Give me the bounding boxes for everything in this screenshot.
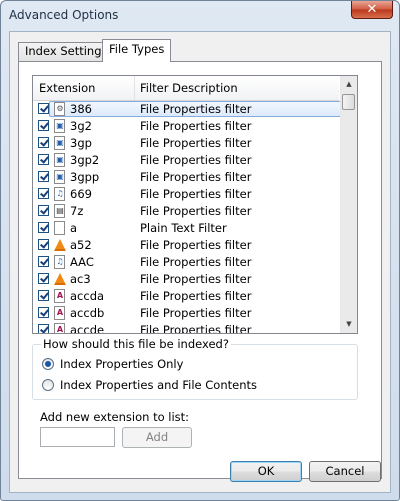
row-description: File Properties filter — [140, 238, 252, 252]
file-types-list[interactable]: Extension Filter Description ⚙ 386 File Pr… — [32, 75, 358, 334]
list-rows: ⚙ 386 File Properties filter ▣ 3g2 File Prope… — [33, 101, 347, 334]
table-row[interactable]: Aaccdb File Properties filter — [33, 305, 339, 322]
window-title: Advanced Options — [9, 8, 119, 22]
vlc-cone-icon — [54, 238, 66, 252]
archive-file-icon: ▤ — [54, 204, 65, 218]
row-description: File Properties filter — [140, 323, 252, 334]
row-checkbox[interactable] — [38, 154, 49, 165]
ok-button[interactable]: OK — [230, 461, 302, 482]
table-row[interactable]: ⚙ 386 File Properties filter — [33, 101, 347, 118]
row-checkbox[interactable] — [38, 137, 49, 148]
index-method-group-label: How should this file be indexed? — [41, 337, 231, 351]
blank-file-icon — [54, 221, 65, 235]
add-button[interactable]: Add — [122, 427, 192, 448]
row-extension: AAC — [70, 255, 94, 269]
cancel-button[interactable]: Cancel — [309, 461, 381, 482]
column-header-extension[interactable]: Extension — [33, 76, 135, 100]
tab-index-settings[interactable]: Index Settings — [18, 42, 115, 61]
scroll-thumb[interactable] — [342, 94, 355, 110]
table-row[interactable]: ▣ 3gp2 File Properties filter — [33, 152, 339, 169]
index-method-group: How should this file be indexed? Index P… — [32, 337, 358, 400]
access-file-icon: A — [54, 323, 65, 333]
table-row[interactable]: ▣ 3gpp File Properties filter — [33, 169, 339, 186]
row-checkbox[interactable] — [38, 307, 49, 318]
row-description: File Properties filter — [140, 306, 252, 320]
row-description: File Properties filter — [140, 153, 252, 167]
row-description: File Properties filter — [140, 289, 252, 303]
row-checkbox[interactable] — [38, 239, 49, 250]
access-file-icon: A — [54, 289, 65, 303]
close-icon: ✕ — [366, 2, 378, 17]
row-description: File Properties filter — [140, 119, 252, 133]
row-extension: 386 — [70, 102, 92, 116]
row-checkbox[interactable] — [38, 273, 49, 284]
row-extension: accda — [70, 289, 105, 303]
scroll-down-arrow-icon[interactable]: ▼ — [341, 316, 357, 333]
row-checkbox[interactable] — [38, 188, 49, 199]
table-row[interactable]: ac3 File Properties filter — [33, 271, 339, 288]
row-extension: 3g2 — [70, 119, 92, 133]
vlc-cone-icon — [54, 272, 66, 286]
row-checkbox[interactable] — [38, 256, 49, 267]
row-description: File Properties filter — [140, 255, 252, 269]
row-description: Plain Text Filter — [140, 221, 227, 235]
dialog-body: Index Settings File Types Extension Filt… — [9, 31, 391, 493]
table-row[interactable]: ♫ AAC File Properties filter — [33, 254, 339, 271]
table-row[interactable]: ▤ 7z File Properties filter — [33, 203, 339, 220]
row-extension: 3gpp — [70, 170, 100, 184]
radio-properties-only[interactable] — [42, 358, 54, 370]
row-checkbox[interactable] — [38, 103, 49, 114]
row-description: File Properties filter — [140, 187, 252, 201]
advanced-options-dialog: Advanced Options ✕ Index Settings File T… — [0, 0, 400, 501]
table-row[interactable]: ▣ 3g2 File Properties filter — [33, 118, 339, 135]
table-row[interactable]: ♫ 669 File Properties filter — [33, 186, 339, 203]
row-extension: 3gp — [70, 136, 92, 150]
file-types-panel: Extension Filter Description ⚙ 386 File Pr… — [18, 61, 382, 479]
table-row[interactable]: Aaccda File Properties filter — [33, 288, 339, 305]
row-checkbox[interactable] — [38, 290, 49, 301]
row-extension: a — [70, 221, 78, 235]
video-file-icon: ▣ — [54, 119, 65, 133]
radio-properties-and-contents-label[interactable]: Index Properties and File Contents — [60, 378, 257, 392]
row-description: File Properties filter — [140, 170, 252, 184]
add-extension-label: Add new extension to list: — [40, 410, 190, 424]
row-checkbox[interactable] — [38, 171, 49, 182]
audio-file-icon: ♫ — [54, 187, 65, 201]
access-file-icon: A — [54, 306, 65, 320]
row-description: File Properties filter — [140, 272, 252, 286]
vertical-scrollbar[interactable]: ▲ ▼ — [340, 76, 357, 333]
list-header: Extension Filter Description — [33, 76, 339, 101]
row-checkbox[interactable] — [38, 324, 49, 333]
audio-file-icon: ♫ — [54, 255, 65, 269]
table-row[interactable]: a52 File Properties filter — [33, 237, 339, 254]
row-description: File Properties filter — [140, 102, 252, 116]
row-checkbox[interactable] — [38, 120, 49, 131]
row-extension: ac3 — [70, 272, 91, 286]
table-row[interactable]: a Plain Text Filter — [33, 220, 339, 237]
row-extension: 669 — [70, 187, 92, 201]
table-row[interactable]: ▣ 3gp File Properties filter — [33, 135, 339, 152]
row-checkbox[interactable] — [38, 222, 49, 233]
radio-properties-only-label[interactable]: Index Properties Only — [60, 357, 183, 371]
column-header-description[interactable]: Filter Description — [134, 76, 340, 100]
row-extension: 7z — [70, 204, 84, 218]
tab-file-types[interactable]: File Types — [102, 39, 172, 62]
row-extension: accde — [70, 323, 105, 334]
row-extension: a52 — [70, 238, 92, 252]
title-bar[interactable]: Advanced Options ✕ — [1, 1, 399, 31]
add-extension-input[interactable] — [40, 427, 115, 447]
video-file-icon: ▣ — [54, 170, 65, 184]
row-extension: accdb — [70, 306, 105, 320]
video-file-icon: ▣ — [54, 153, 65, 167]
close-button[interactable]: ✕ — [351, 1, 393, 19]
table-row[interactable]: Aaccde File Properties filter — [33, 322, 339, 334]
scroll-up-arrow-icon[interactable]: ▲ — [341, 76, 357, 93]
radio-properties-and-contents[interactable] — [42, 379, 54, 391]
video-file-icon: ▣ — [54, 136, 65, 150]
row-description: File Properties filter — [140, 204, 252, 218]
row-checkbox[interactable] — [38, 205, 49, 216]
system-file-icon: ⚙ — [54, 102, 65, 116]
row-extension: 3gp2 — [70, 153, 100, 167]
row-description: File Properties filter — [140, 136, 252, 150]
